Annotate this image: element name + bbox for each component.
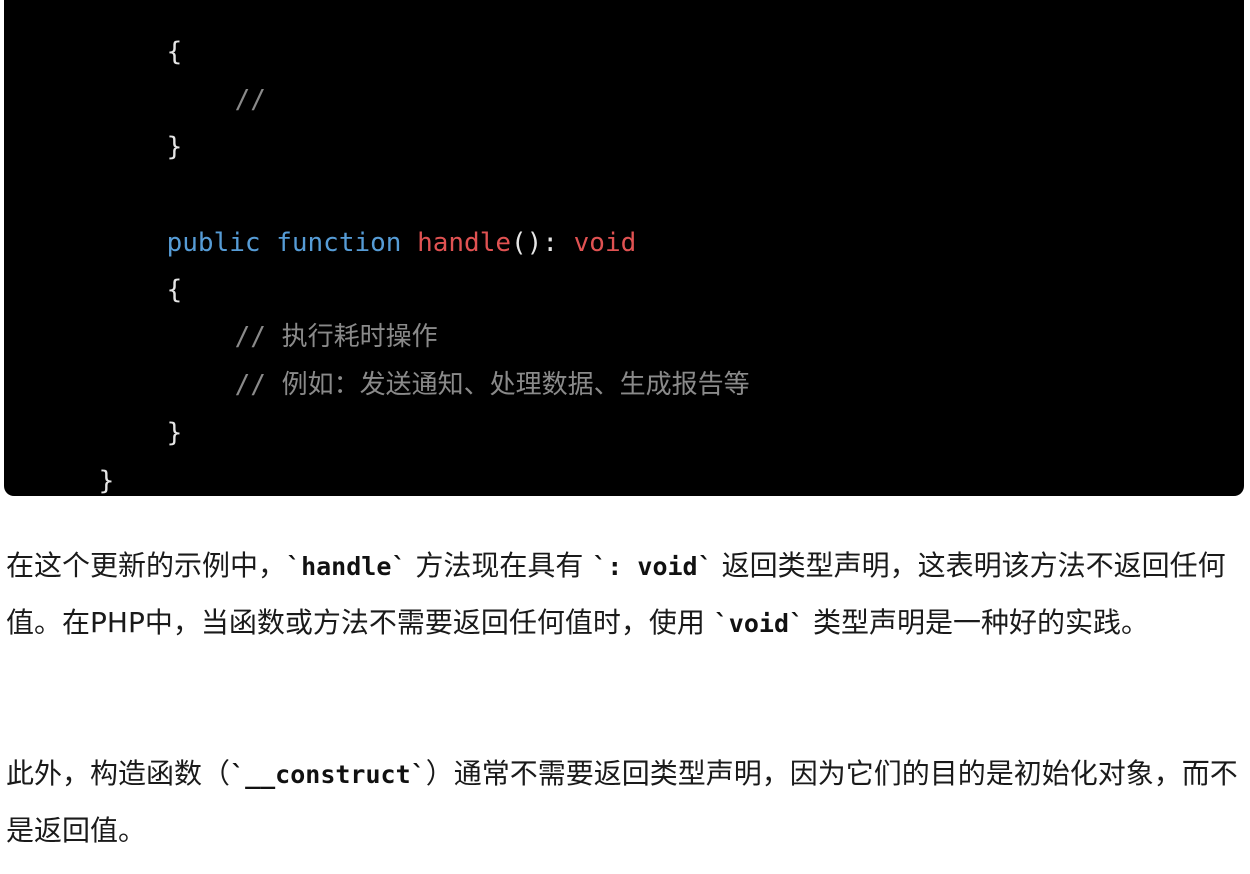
paragraph-text: 方法现在具有 bbox=[406, 549, 593, 582]
inline-code-void-decl: `: void` bbox=[592, 552, 713, 581]
code-text: } bbox=[98, 466, 115, 496]
code-line-comment-1: // bbox=[172, 40, 266, 115]
code-line-handle-signature: public function handle(): void bbox=[104, 183, 637, 258]
inline-code-construct: `__construct` bbox=[230, 760, 426, 789]
inline-code-handle: `handle` bbox=[286, 552, 407, 581]
code-keyword-function: function bbox=[276, 228, 402, 258]
inline-code-void: `void` bbox=[713, 609, 805, 638]
paragraph-constructor-note: 此外，构造函数（`__construct`）通常不需要返回类型声明，因为它们的目… bbox=[6, 746, 1246, 859]
code-return-type: void bbox=[573, 228, 637, 258]
code-line-open-brace-1: { bbox=[104, 0, 183, 67]
code-block: { // } public function handle(): void { … bbox=[4, 0, 1244, 496]
code-line-close-brace-3: } bbox=[36, 421, 115, 496]
code-line-close-brace-2: } bbox=[104, 373, 183, 448]
paragraph-void-explanation: 在这个更新的示例中，`handle` 方法现在具有 `: void` 返回类型声… bbox=[6, 538, 1246, 652]
code-punctuation: (): bbox=[511, 228, 558, 258]
paragraph-text: 此外，构造函数（ bbox=[6, 757, 231, 790]
code-text: } bbox=[166, 418, 183, 448]
code-function-name: handle bbox=[417, 228, 512, 258]
code-line-open-brace-2: { bbox=[104, 230, 183, 305]
paragraph-text: 在这个更新的示例中， bbox=[6, 549, 287, 582]
code-comment: // bbox=[234, 85, 266, 115]
code-line-comment-3: // 例如：发送通知、处理数据、生成报告等 bbox=[172, 325, 750, 400]
paragraph-text: 类型声明是一种好的实践。 bbox=[804, 606, 1149, 639]
code-text: } bbox=[166, 132, 183, 162]
code-line-comment-2: // 执行耗时操作 bbox=[172, 277, 438, 352]
code-line-close-brace-1: } bbox=[104, 87, 183, 162]
code-comment: // 例如：发送通知、处理数据、生成报告等 bbox=[234, 370, 750, 400]
